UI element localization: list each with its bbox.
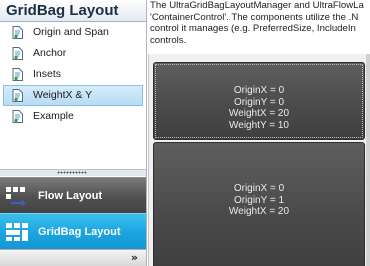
flow-layout-icon [6, 187, 26, 206]
cell-line: OriginY = 1 [233, 194, 285, 206]
cell-line: OriginY = 0 [233, 96, 285, 108]
description-line: 'ContainerControl'. The components utili… [150, 11, 359, 23]
cell-line: WeightX = 20 [228, 108, 290, 119]
overflow-strip: » [0, 249, 146, 266]
adjacent-cell-edge [366, 54, 370, 266]
nav-item-origin-and-span[interactable]: Origin and Span [3, 22, 143, 43]
group-gridbag-layout-button[interactable]: GridBag Layout [0, 213, 146, 249]
cell-line: WeightX = 20 [228, 206, 290, 217]
nav-item-label: Origin and Span [33, 26, 109, 38]
gridbag-cell-button[interactable]: OriginX = 0 OriginY = 0 WeightX = 20 Wei… [153, 62, 365, 140]
cell-text: OriginX = 0 OriginY = 0 WeightX = 20 Wei… [154, 85, 364, 131]
nav-item-anchor[interactable]: Anchor [3, 43, 143, 64]
app-window: GridBag Layout Origin and Span Anchor In… [0, 0, 370, 266]
nav-item-label: Example [33, 110, 74, 122]
nav-item-example[interactable]: Example [3, 106, 143, 127]
cell-line: WeightY = 10 [229, 119, 289, 131]
description-line: The UltraGridBagLayoutManager and UltraF… [150, 0, 364, 11]
document-icon [12, 47, 23, 60]
overflow-chevron-button[interactable]: » [131, 250, 138, 265]
grip-dots-icon [57, 171, 87, 174]
gridbag-layout-icon [6, 223, 28, 241]
group-label: GridBag Layout [38, 226, 121, 238]
nav-item-label: Anchor [33, 47, 67, 59]
nav-item-weightx-y[interactable]: WeightX & Y [3, 85, 143, 106]
nav-title: GridBag Layout [0, 0, 146, 22]
splitter-grip[interactable] [0, 169, 146, 176]
gridbag-cell-button[interactable]: OriginX = 0 OriginY = 1 WeightX = 20 [153, 142, 365, 266]
document-icon [12, 89, 23, 102]
description-text: The UltraGridBagLayoutManager and UltraF… [148, 0, 370, 52]
navigation-pane: GridBag Layout Origin and Span Anchor In… [0, 0, 147, 266]
nav-item-label: WeightX & Y [33, 89, 93, 101]
group-flow-layout-button[interactable]: Flow Layout [0, 177, 146, 213]
cell-text: OriginX = 0 OriginY = 1 WeightX = 20 [154, 183, 364, 218]
description-line: controls. [150, 34, 187, 46]
cell-line: OriginX = 0 [233, 183, 285, 194]
document-icon [12, 68, 23, 81]
document-icon [12, 26, 23, 39]
gridbag-demo-panel: OriginX = 0 OriginY = 0 WeightX = 20 Wei… [148, 54, 370, 266]
document-icon [12, 110, 23, 123]
nav-item-list: Origin and Span Anchor Insets WeightX & … [0, 22, 146, 127]
group-label: Flow Layout [38, 190, 103, 202]
nav-item-insets[interactable]: Insets [3, 64, 143, 85]
cell-line: OriginX = 0 [233, 85, 285, 96]
description-line: control it manages (e.g. PreferredSize, … [150, 23, 356, 35]
nav-item-label: Insets [33, 68, 62, 80]
